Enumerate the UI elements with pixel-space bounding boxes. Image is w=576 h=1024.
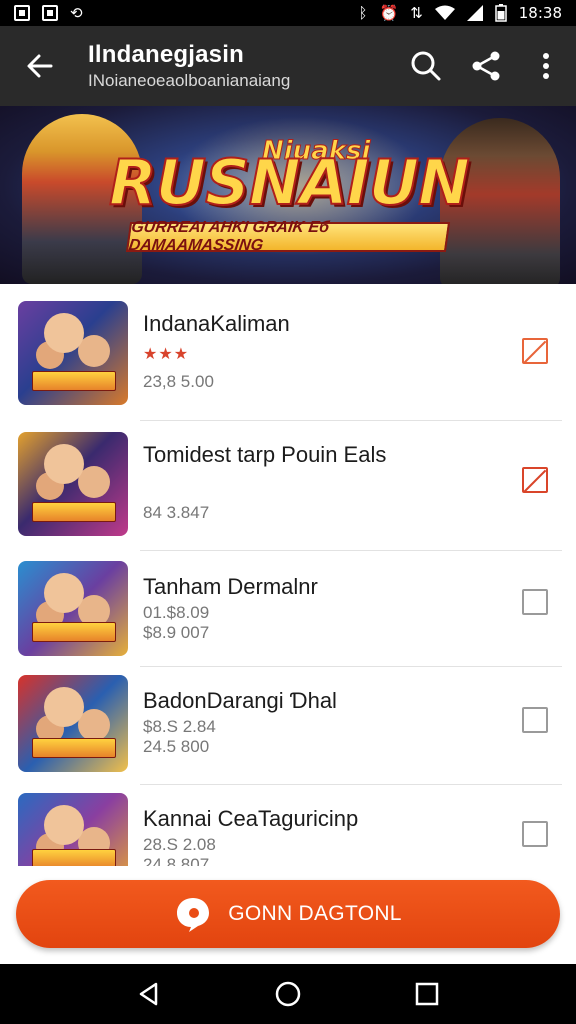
item-thumbnail [18,301,128,405]
app-bar: Ilndanegjasin INoianeoeaolboanianaiang [0,26,576,106]
item-price: 24.8 807 [143,855,210,866]
status-time: 18:38 [518,4,562,22]
item-checkbox[interactable] [522,589,548,615]
primary-action-label: GONN DAGTONL [228,902,402,925]
more-options-button[interactable] [516,26,576,106]
status-left: ⟲ [14,5,83,21]
nav-back-button[interactable] [119,964,179,1024]
item-title: Kannai CeaTaguricinp [143,806,359,831]
item-title: Tanham Dermalnr [143,574,318,599]
back-triangle-icon [140,982,158,1006]
list-item[interactable]: BadonDarangi Ɗhal $8.S 2.84 24.5 800 [0,667,576,785]
item-checkbox[interactable] [522,338,548,364]
nav-recents-button[interactable] [397,964,457,1024]
list-item[interactable]: Tanham Dermalnr 01.$8.09 $8.9 007 [0,551,576,667]
list-item[interactable]: Kannai CeaTaguricinp 28.S 2.08 24.8 807 [0,785,576,866]
bluetooth-icon: ᛒ [358,4,368,22]
primary-action-button[interactable]: GONN DAGTONL [16,880,560,948]
item-checkbox[interactable] [522,707,548,733]
item-thumbnail [18,432,128,536]
search-icon [411,51,441,81]
banner-title: RUSNAIUN [108,146,471,219]
status-right: ᛒ ⏰ ⇅ 18:38 [358,4,562,22]
page-title: Ilndanegjasin [88,41,244,68]
system-nav-bar [0,964,576,1024]
item-title: BadonDarangi Ɗhal [143,688,337,713]
item-price: 01.$8.09 [143,603,210,622]
item-checkbox[interactable] [522,821,548,847]
mail-icon [42,5,58,21]
item-title: Tomidest tarp Pouin Eals [143,442,387,467]
data-icon: ⇅ [410,4,423,22]
wifi-icon [434,5,455,20]
item-price: 24.5 800 [143,737,210,756]
home-circle-icon [275,981,301,1007]
bottom-action-area: GONN DAGTONL [0,866,576,964]
arrow-left-icon [27,54,53,78]
item-list: IndanaKaliman ★★★ 23,8 5.00 Tomidest tar… [0,284,576,866]
recents-square-icon [415,982,438,1006]
item-checkbox[interactable] [522,467,548,493]
item-thumbnail [18,675,128,772]
more-vert-icon [543,53,549,79]
list-item[interactable]: Tomidest tarp Pouin Eals 84 3.847 [0,421,576,551]
item-price: $8.S 2.84 [143,717,216,736]
chat-bubble-icon [177,898,210,932]
item-thumbnail [18,793,128,866]
share-button[interactable] [456,26,516,106]
item-price: 84 3.847 [143,503,210,522]
item-price: 23,8 5.00 [143,372,214,391]
item-thumbnail [18,561,128,656]
list-item[interactable]: IndanaKaliman ★★★ 23,8 5.00 [0,284,576,421]
share-icon [472,51,500,81]
promo-banner[interactable]: Niuaksi RUSNAIUN GURREAI AHKI GRAIK Eб D… [0,106,576,284]
banner-ribbon-text: GURREAI AHKI GRAIK Eб DAMAAMASSING [127,219,331,254]
search-button[interactable] [396,26,456,106]
back-button[interactable] [0,26,80,106]
sync-icon: ⟲ [70,4,83,22]
page-subtitle: INoianeoeaolboanianaiang [88,71,291,90]
banner-ribbon: GURREAI AHKI GRAIK Eб DAMAAMASSING [125,219,451,254]
item-title: IndanaKaliman [143,311,290,336]
battery-icon [495,4,507,22]
image-icon [14,5,30,21]
title-block: Ilndanegjasin INoianeoeaolboanianaiang [88,41,396,91]
alarm-icon: ⏰ [379,4,399,22]
status-bar: ⟲ ᛒ ⏰ ⇅ 18:38 [0,0,576,26]
item-price: 28.S 2.08 [143,835,216,854]
item-rating: ★★★ [143,346,190,363]
nav-home-button[interactable] [258,964,318,1024]
item-price: $8.9 007 [143,623,210,642]
signal-icon [466,5,483,21]
